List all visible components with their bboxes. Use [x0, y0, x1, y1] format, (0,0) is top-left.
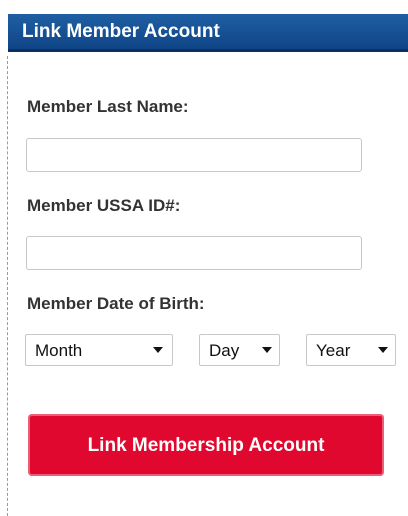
- dob-month-value: Month: [35, 341, 83, 360]
- dob-month-select[interactable]: Month: [25, 334, 173, 366]
- chevron-down-icon: [378, 347, 388, 353]
- link-member-account-panel: Link Member Account Member Last Name: Me…: [0, 0, 408, 516]
- dob-day-select[interactable]: Day: [199, 334, 280, 366]
- link-membership-account-button[interactable]: Link Membership Account: [28, 414, 384, 476]
- panel-header: Link Member Account: [8, 14, 408, 52]
- last-name-label: Member Last Name:: [27, 97, 189, 116]
- ussa-id-input[interactable]: [26, 236, 362, 270]
- chevron-down-icon: [262, 347, 272, 353]
- panel-left-border: [7, 56, 8, 516]
- dob-year-select[interactable]: Year: [306, 334, 396, 366]
- last-name-input[interactable]: [26, 138, 362, 172]
- dob-year-value: Year: [316, 341, 351, 360]
- chevron-down-icon: [153, 347, 163, 353]
- ussa-id-label: Member USSA ID#:: [27, 196, 181, 215]
- dob-day-value: Day: [209, 341, 240, 360]
- panel-title: Link Member Account: [22, 21, 220, 42]
- link-membership-account-button-label: Link Membership Account: [87, 435, 325, 456]
- dob-label: Member Date of Birth:: [27, 294, 205, 313]
